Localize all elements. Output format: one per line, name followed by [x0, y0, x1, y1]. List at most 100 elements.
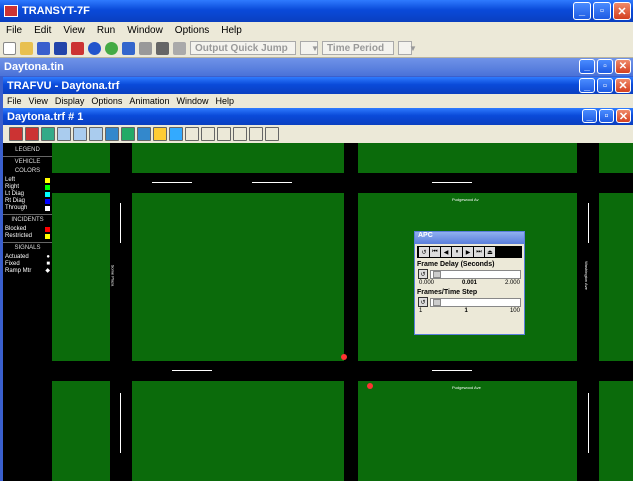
mdi-restore-button[interactable]: ▫: [597, 59, 613, 74]
doc-minimize-button[interactable]: _: [582, 109, 597, 123]
trafvu-menu-animation[interactable]: Animation: [129, 96, 169, 106]
network-map[interactable]: Pudgewood Av Pudgewood Ave Some Plaza Wa…: [52, 143, 633, 481]
maximize-button[interactable]: ▫: [593, 2, 611, 20]
trafvu-toolbar: [3, 125, 633, 143]
slider-thumb[interactable]: [433, 270, 441, 278]
road-bottom: [52, 361, 633, 381]
slider-thumb[interactable]: [433, 298, 441, 306]
legend-item: Left: [3, 177, 52, 184]
chevron-down-icon[interactable]: ▼: [398, 41, 417, 55]
color-swatch: [45, 192, 50, 197]
trafvu-menu-file[interactable]: File: [7, 96, 22, 106]
output-quick-jump-dropdown[interactable]: Output Quick Jump: [190, 41, 296, 55]
menu-help[interactable]: Help: [221, 25, 242, 36]
street-label-bottom: Pudgewood Ave: [452, 385, 481, 390]
actuated-icon: ●: [46, 254, 50, 260]
chart-icon[interactable]: [71, 41, 84, 55]
signal-icon[interactable]: [367, 383, 373, 389]
app-titlebar: TRANSYT-7F _ ▫ ✕: [0, 0, 633, 22]
reset-icon[interactable]: ↺: [418, 269, 428, 279]
pause-icon[interactable]: ⏸: [452, 247, 462, 257]
legend-label: Rt Diag: [5, 198, 26, 204]
zoom-full-icon[interactable]: [265, 127, 279, 141]
trafvu-menu-help[interactable]: Help: [215, 96, 234, 106]
chart-icon[interactable]: [105, 127, 119, 141]
run-icon[interactable]: [88, 41, 101, 55]
signal-icon[interactable]: [341, 354, 347, 360]
zoom-window-icon[interactable]: [217, 127, 231, 141]
mdi-minimize-button[interactable]: _: [579, 59, 595, 74]
tf-icon[interactable]: [54, 41, 67, 55]
lane-marking: [432, 182, 472, 183]
legend-label: Actuated: [5, 254, 29, 260]
close-button[interactable]: ✕: [613, 2, 631, 20]
frames-slider[interactable]: [430, 297, 521, 307]
step-back-icon[interactable]: ◀: [441, 247, 451, 257]
color-swatch: [45, 227, 50, 232]
menu-options[interactable]: Options: [175, 25, 209, 36]
zoom-out-icon[interactable]: [249, 127, 263, 141]
minimize-button[interactable]: _: [573, 2, 591, 20]
open-icon[interactable]: [20, 41, 33, 55]
reset-icon[interactable]: ↺: [418, 297, 428, 307]
trafvu-maximize-button[interactable]: ▫: [597, 78, 613, 93]
legend-item: Lt Diag: [3, 191, 52, 198]
doc-close-button[interactable]: ✕: [616, 109, 631, 123]
trafvu-titlebar: TRAFVU - Daytona.trf _ ▫ ✕: [3, 77, 633, 94]
play-icon[interactable]: ▶: [463, 247, 473, 257]
menu-window[interactable]: Window: [127, 25, 163, 36]
trafvu-menu-window[interactable]: Window: [176, 96, 208, 106]
frame-delay-value: 0.001: [461, 280, 477, 286]
street-label-right: Washington Ave: [583, 261, 589, 290]
lane-marking: [432, 370, 472, 371]
vehicle-colors-title: VEHICLE: [14, 159, 41, 165]
optimize-icon[interactable]: [122, 41, 135, 55]
incidents-title: INCIDENTS: [11, 217, 44, 223]
rewind-icon[interactable]: ⏮: [430, 247, 440, 257]
trafvu-menu-display[interactable]: Display: [55, 96, 85, 106]
highlight-icon[interactable]: [153, 127, 167, 141]
report-icon[interactable]: [156, 41, 169, 55]
save-icon[interactable]: [37, 41, 50, 55]
menu-file[interactable]: File: [6, 25, 22, 36]
trafvu-menu-options[interactable]: Options: [91, 96, 122, 106]
time-period-dropdown[interactable]: Time Period: [322, 41, 394, 55]
grid-icon[interactable]: [89, 127, 103, 141]
globe-icon[interactable]: [105, 41, 118, 55]
menu-run[interactable]: Run: [97, 25, 115, 36]
phase-icon[interactable]: [137, 127, 151, 141]
road-top: [52, 173, 633, 193]
grid-icon[interactable]: [73, 127, 87, 141]
legend-item: Ramp Mtr ◆: [3, 268, 52, 275]
lane-marking: [152, 182, 192, 183]
pointer-icon[interactable]: [201, 127, 215, 141]
print-icon[interactable]: [139, 41, 152, 55]
vehicle-colors-title-2: COLORS: [14, 168, 41, 174]
frame-delay-max: 2.000: [504, 280, 520, 286]
output-quick-jump-label: Output Quick Jump: [195, 42, 288, 54]
doc-maximize-button[interactable]: ▫: [599, 109, 614, 123]
network-icon[interactable]: [41, 127, 55, 141]
trafvu-minimize-button[interactable]: _: [579, 78, 595, 93]
trafvu-menu-view[interactable]: View: [29, 96, 48, 106]
car-icon[interactable]: [9, 127, 23, 141]
signal-icon[interactable]: [121, 127, 135, 141]
chevron-down-icon[interactable]: ▼: [300, 41, 319, 55]
mdi-close-button[interactable]: ✕: [615, 59, 631, 74]
measure-icon[interactable]: [185, 127, 199, 141]
table-icon[interactable]: [57, 127, 71, 141]
zoom-in-icon[interactable]: [233, 127, 247, 141]
legend-item: Blocked: [3, 226, 52, 233]
menu-edit[interactable]: Edit: [34, 25, 51, 36]
table-icon[interactable]: [173, 41, 186, 55]
reset-icon[interactable]: ↺: [419, 247, 429, 257]
frames-max: 100: [509, 308, 520, 314]
detector-icon[interactable]: [169, 127, 183, 141]
car-icon[interactable]: [25, 127, 39, 141]
new-icon[interactable]: [3, 41, 16, 55]
trafvu-close-button[interactable]: ✕: [615, 78, 631, 93]
fast-forward-icon[interactable]: ⏭: [474, 247, 484, 257]
eject-icon[interactable]: ⏏: [485, 247, 495, 257]
frame-delay-slider[interactable]: [430, 269, 521, 279]
menu-view[interactable]: View: [63, 25, 85, 36]
